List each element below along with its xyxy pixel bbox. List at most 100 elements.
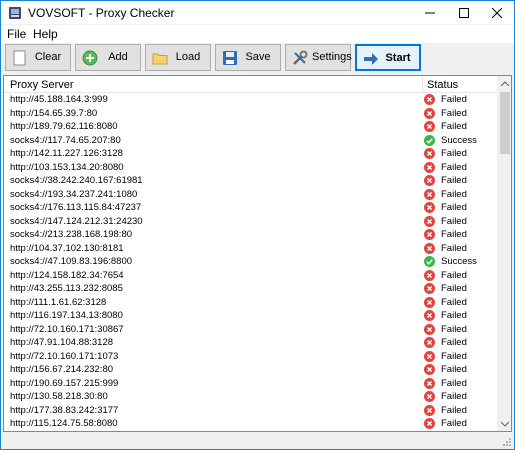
vertical-scrollbar[interactable] [497, 76, 511, 431]
table-row[interactable]: socks4://47.109.83.196:8800 Success [4, 255, 498, 269]
status-cell: Failed [441, 377, 467, 389]
x-circle-icon [424, 215, 435, 227]
table-row[interactable]: http://156.67.214.232:80 Failed [4, 363, 498, 377]
table-row[interactable]: http://47.91.104.88:3128 Failed [4, 336, 498, 350]
status-cell: Failed [441, 337, 467, 348]
table-row[interactable]: http://177.38.83.242:3177 Failed [4, 404, 498, 418]
table-row[interactable]: http://43.255.113.232:8085 Failed [4, 282, 498, 296]
resize-grip-icon[interactable] [502, 437, 512, 447]
proxy-cell: http://104.37.102.130:8181 [10, 242, 124, 254]
proxy-cell: http://156.67.214.232:80 [10, 364, 114, 375]
folder-icon [152, 53, 168, 65]
menu-help[interactable]: Help [33, 27, 58, 41]
minimize-button[interactable] [413, 1, 447, 24]
header-status[interactable]: Status [427, 79, 458, 91]
x-circle-icon [424, 202, 435, 213]
status-cell: Failed [441, 391, 467, 402]
header-proxy-server[interactable]: Proxy Server [10, 79, 74, 91]
status-cell: Failed [441, 283, 467, 294]
proxy-cell: http://116.197.134.13:8080 [10, 310, 123, 321]
table-row[interactable]: http://130.58.218.30:80 Failed [4, 390, 498, 404]
table-row[interactable]: http://45.188.164.3:999 Failed [4, 93, 498, 107]
close-button[interactable] [480, 1, 514, 24]
proxy-cell: socks4://213.238.168.198:80 [10, 229, 133, 240]
settings-button[interactable]: Settings [285, 44, 352, 71]
start-button[interactable]: Start [355, 44, 421, 71]
load-button[interactable]: Load [145, 44, 211, 71]
status-cell: Failed [441, 310, 467, 321]
x-circle-icon [424, 107, 435, 119]
proxy-cell: http://72.10.160.171:30867 [10, 323, 124, 335]
scroll-up-button[interactable] [498, 76, 511, 90]
maximize-icon [459, 7, 469, 18]
proxy-cell: http://130.58.218.30:80 [10, 391, 108, 402]
x-circle-icon [424, 229, 435, 240]
window-title: VOVSOFT - Proxy Checker [28, 6, 175, 20]
table-row[interactable]: http://154.65.39.7:80 Failed [4, 107, 498, 121]
proxy-cell: http://45.188.164.3:999 [10, 94, 108, 105]
status-cell: Failed [441, 404, 467, 416]
scroll-down-button[interactable] [498, 417, 511, 431]
proxy-cell: http://189.79.62.116:8080 [10, 121, 118, 132]
proxy-grid[interactable]: Proxy Server Status http://45.188.164.3:… [3, 75, 512, 432]
floppy-disk-icon [223, 51, 237, 65]
table-row[interactable]: http://111.1.61.62:3128 Failed [4, 296, 498, 310]
table-row[interactable]: http://124.158.182.34:7654 Failed [4, 269, 498, 283]
menu-bar: File Help [1, 25, 514, 43]
check-circle-icon [424, 134, 435, 146]
status-cell: Failed [441, 148, 467, 159]
proxy-cell: http://103.153.134.20:8080 [10, 161, 124, 173]
table-row[interactable]: http://104.37.102.130:8181 Failed [4, 242, 498, 256]
status-cell: Failed [441, 364, 467, 375]
status-cell: Failed [441, 175, 467, 186]
x-circle-icon [424, 377, 435, 389]
status-cell: Failed [441, 269, 467, 281]
table-row[interactable]: http://103.153.134.20:8080 Failed [4, 161, 498, 175]
x-circle-icon [424, 161, 435, 173]
scrollbar-thumb[interactable] [500, 92, 510, 154]
proxy-cell: socks4://193.34.237.241:1080 [10, 188, 138, 200]
maximize-button[interactable] [447, 1, 481, 24]
x-circle-icon [424, 175, 435, 186]
table-row[interactable]: socks4://38.242.240.167:61981 Failed [4, 174, 498, 188]
table-row[interactable]: socks4://117.74.65.207:80 Success [4, 134, 498, 148]
status-cell: Failed [441, 350, 467, 362]
status-cell: Failed [441, 202, 467, 213]
app-window: VOVSOFT - Proxy Checker File Help Clear [0, 0, 515, 450]
table-row[interactable]: socks4://193.34.237.241:1080 Failed [4, 188, 498, 202]
start-label: Start [385, 52, 411, 64]
table-row[interactable]: socks4://176.113.115.84:47237 Failed [4, 201, 498, 215]
proxy-cell: http://190.69.157.215:999 [10, 377, 119, 389]
table-row[interactable]: http://190.69.157.215:999 Failed [4, 377, 498, 391]
table-row[interactable]: http://115.124.75.58:8080 Failed [4, 417, 498, 431]
proxy-cell: http://124.158.182.34:7654 [10, 269, 124, 281]
check-circle-icon [424, 256, 435, 267]
clear-button[interactable]: Clear [5, 44, 71, 71]
app-icon [9, 7, 21, 19]
close-icon [492, 7, 502, 18]
grid-rows: http://45.188.164.3:999 Failed http://154.… [4, 93, 498, 431]
table-row[interactable]: http://142.11.227.126:3128 Failed [4, 147, 498, 161]
status-cell: Failed [441, 188, 467, 200]
add-button[interactable]: Add [75, 44, 141, 71]
status-cell: Failed [441, 107, 467, 119]
title-bar: VOVSOFT - Proxy Checker [1, 1, 514, 24]
proxy-cell: http://115.124.75.58:8080 [10, 418, 118, 429]
load-label: Load [175, 51, 201, 63]
table-row[interactable]: socks4://213.238.168.198:80 Failed [4, 228, 498, 242]
x-circle-icon [424, 188, 435, 200]
grid-header: Proxy Server Status [4, 76, 498, 93]
table-row[interactable]: http://72.10.160.171:30867 Failed [4, 323, 498, 337]
table-row[interactable]: http://72.10.160.171:1073 Failed [4, 350, 498, 364]
menu-file[interactable]: File [7, 27, 26, 41]
table-row[interactable]: socks4://147.124.212.31:24230 Failed [4, 215, 498, 229]
x-circle-icon [424, 283, 435, 294]
status-cell: Failed [441, 94, 467, 105]
status-cell: Success [441, 134, 477, 146]
status-cell: Failed [441, 121, 467, 132]
status-cell: Success [441, 256, 477, 267]
table-row[interactable]: http://189.79.62.116:8080 Failed [4, 120, 498, 134]
table-row[interactable]: http://116.197.134.13:8080 Failed [4, 309, 498, 323]
save-button[interactable]: Save [215, 44, 281, 71]
x-circle-icon [424, 269, 435, 281]
